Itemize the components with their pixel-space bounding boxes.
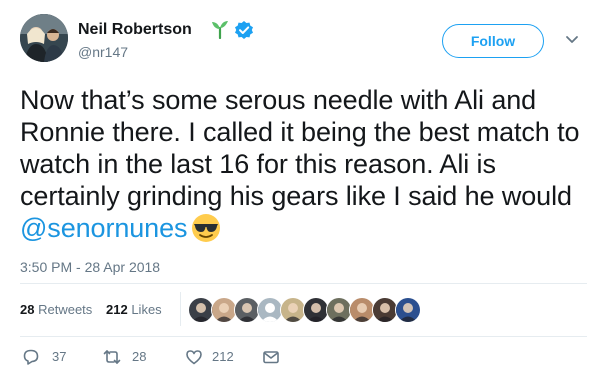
sunglasses-emoji-icon	[192, 214, 221, 242]
like-count: 212	[212, 349, 234, 364]
follow-button[interactable]: Follow	[442, 24, 544, 58]
timestamp[interactable]: 3:50 PM - 28 Apr 2018	[20, 258, 160, 276]
verified-badge-icon	[235, 21, 253, 39]
divider	[20, 283, 587, 284]
avatar[interactable]	[20, 14, 68, 62]
profile-photo-icon	[20, 14, 68, 62]
likes-label: Likes	[131, 302, 162, 317]
retweets-stat[interactable]: 28 Retweets	[20, 301, 92, 319]
retweet-icon	[103, 350, 121, 364]
retweet-count: 28	[132, 349, 147, 364]
chevron-down-icon[interactable]	[564, 34, 580, 46]
envelope-icon	[263, 351, 279, 364]
reply-icon	[23, 349, 39, 365]
retweets-label: Retweets	[38, 302, 93, 317]
likes-stat[interactable]: 212 Likes	[106, 301, 162, 319]
reply-button[interactable]: 37	[22, 347, 82, 367]
avatar-10-icon[interactable]	[395, 297, 421, 323]
heart-icon	[186, 350, 202, 365]
like-button[interactable]: 212	[185, 347, 245, 367]
direct-message-button[interactable]	[262, 347, 282, 367]
tweet-text-body: Now that’s some serous needle with Ali a…	[20, 85, 580, 211]
retweet-button[interactable]: 28	[103, 347, 163, 367]
display-name[interactable]: Neil Robertson	[78, 20, 192, 40]
tweet-text: Now that’s some serous needle with Ali a…	[20, 84, 590, 244]
reply-count: 37	[52, 349, 67, 364]
divider	[20, 336, 587, 337]
likes-count: 212	[106, 302, 128, 317]
stats-separator	[180, 292, 181, 326]
sprout-icon	[212, 21, 228, 39]
mention-link[interactable]: @senornunes	[20, 213, 188, 243]
retweets-count: 28	[20, 302, 35, 317]
user-handle[interactable]: @nr147	[78, 43, 128, 61]
